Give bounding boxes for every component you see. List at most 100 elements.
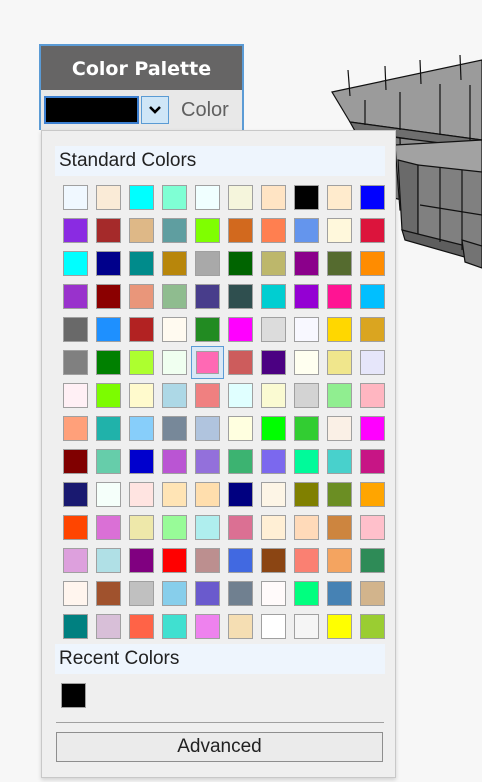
color-swatch[interactable] (323, 610, 356, 643)
color-swatch[interactable] (92, 478, 125, 511)
color-swatch[interactable] (290, 577, 323, 610)
color-swatch[interactable] (92, 280, 125, 313)
color-swatch[interactable] (257, 511, 290, 544)
color-swatch[interactable] (59, 445, 92, 478)
color-swatch[interactable] (92, 544, 125, 577)
color-swatch[interactable] (59, 247, 92, 280)
color-swatch[interactable] (323, 313, 356, 346)
color-swatch[interactable] (257, 280, 290, 313)
color-swatch[interactable] (356, 544, 389, 577)
color-swatch[interactable] (224, 610, 257, 643)
color-swatch[interactable] (59, 379, 92, 412)
color-swatch[interactable] (158, 313, 191, 346)
color-swatch[interactable] (125, 247, 158, 280)
color-swatch[interactable] (92, 346, 125, 379)
color-swatch[interactable] (224, 412, 257, 445)
color-swatch[interactable] (158, 511, 191, 544)
color-swatch[interactable] (257, 610, 290, 643)
color-swatch[interactable] (191, 379, 224, 412)
color-swatch[interactable] (290, 511, 323, 544)
color-swatch[interactable] (158, 280, 191, 313)
color-swatch[interactable] (356, 313, 389, 346)
color-swatch[interactable] (290, 181, 323, 214)
advanced-button[interactable]: Advanced (56, 732, 383, 762)
color-swatch[interactable] (191, 445, 224, 478)
color-swatch[interactable] (224, 379, 257, 412)
color-swatch[interactable] (158, 577, 191, 610)
color-swatch[interactable] (191, 181, 224, 214)
color-swatch[interactable] (356, 247, 389, 280)
color-swatch[interactable] (59, 478, 92, 511)
color-swatch[interactable] (290, 610, 323, 643)
color-swatch[interactable] (356, 214, 389, 247)
color-swatch[interactable] (59, 544, 92, 577)
color-swatch[interactable] (92, 247, 125, 280)
color-swatch[interactable] (290, 313, 323, 346)
color-swatch[interactable] (59, 280, 92, 313)
color-swatch[interactable] (125, 610, 158, 643)
color-swatch[interactable] (125, 544, 158, 577)
color-swatch[interactable] (257, 181, 290, 214)
color-swatch[interactable] (191, 214, 224, 247)
color-swatch[interactable] (257, 379, 290, 412)
color-swatch[interactable] (191, 247, 224, 280)
color-swatch[interactable] (323, 544, 356, 577)
color-swatch[interactable] (356, 412, 389, 445)
color-swatch[interactable] (356, 445, 389, 478)
color-swatch[interactable] (191, 280, 224, 313)
color-swatch[interactable] (191, 478, 224, 511)
color-swatch[interactable] (290, 214, 323, 247)
color-swatch[interactable] (224, 181, 257, 214)
color-swatch[interactable] (290, 544, 323, 577)
color-swatch[interactable] (224, 214, 257, 247)
color-swatch[interactable] (59, 181, 92, 214)
color-swatch[interactable] (356, 577, 389, 610)
color-swatch[interactable] (356, 346, 389, 379)
color-swatch[interactable] (158, 445, 191, 478)
color-swatch[interactable] (59, 346, 92, 379)
color-swatch[interactable] (290, 379, 323, 412)
color-swatch[interactable] (257, 214, 290, 247)
color-swatch[interactable] (125, 313, 158, 346)
color-swatch[interactable] (125, 214, 158, 247)
color-swatch[interactable] (224, 313, 257, 346)
color-swatch[interactable] (290, 445, 323, 478)
color-swatch[interactable] (158, 181, 191, 214)
color-swatch[interactable] (356, 610, 389, 643)
color-swatch[interactable] (158, 610, 191, 643)
color-swatch[interactable] (92, 511, 125, 544)
color-swatch[interactable] (356, 379, 389, 412)
color-swatch[interactable] (125, 181, 158, 214)
color-swatch[interactable] (92, 445, 125, 478)
color-swatch[interactable] (125, 577, 158, 610)
color-swatch[interactable] (290, 280, 323, 313)
color-swatch[interactable] (59, 313, 92, 346)
color-swatch[interactable] (323, 379, 356, 412)
color-swatch[interactable] (92, 214, 125, 247)
color-swatch[interactable] (125, 379, 158, 412)
color-swatch[interactable] (191, 610, 224, 643)
color-swatch[interactable] (323, 247, 356, 280)
color-swatch[interactable] (92, 412, 125, 445)
color-swatch[interactable] (323, 280, 356, 313)
color-swatch[interactable] (191, 511, 224, 544)
color-swatch[interactable] (92, 610, 125, 643)
color-swatch[interactable] (257, 445, 290, 478)
color-swatch[interactable] (191, 544, 224, 577)
color-swatch[interactable] (92, 577, 125, 610)
color-swatch[interactable] (158, 214, 191, 247)
color-swatch[interactable] (125, 478, 158, 511)
color-swatch[interactable] (191, 346, 224, 379)
color-swatch[interactable] (59, 214, 92, 247)
color-swatch[interactable] (257, 313, 290, 346)
color-swatch[interactable] (257, 412, 290, 445)
color-swatch[interactable] (323, 346, 356, 379)
color-swatch[interactable] (59, 577, 92, 610)
color-swatch[interactable] (125, 412, 158, 445)
color-swatch[interactable] (191, 412, 224, 445)
color-swatch[interactable] (158, 478, 191, 511)
color-swatch[interactable] (323, 412, 356, 445)
color-swatch[interactable] (224, 511, 257, 544)
color-swatch[interactable] (224, 280, 257, 313)
color-swatch[interactable] (356, 478, 389, 511)
